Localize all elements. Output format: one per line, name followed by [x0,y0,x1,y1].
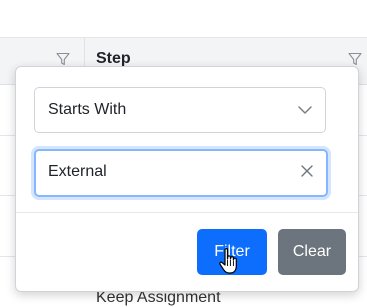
grid-top-bar [0,0,367,38]
filter-value-input[interactable] [48,162,278,182]
clear-x-icon[interactable] [300,164,314,183]
clear-button[interactable]: Clear [278,229,346,275]
funnel-icon[interactable] [56,52,70,66]
funnel-icon[interactable] [348,52,362,66]
popup-divider [16,212,358,213]
hand-pointer-icon [218,247,242,282]
filter-operator-value: Starts With [48,101,127,118]
column-filter-popup: Starts With Filter Clear [15,66,359,292]
chevron-down-icon [297,103,313,121]
filter-operator-select[interactable]: Starts With [34,87,326,133]
filter-value-field[interactable] [34,149,328,197]
